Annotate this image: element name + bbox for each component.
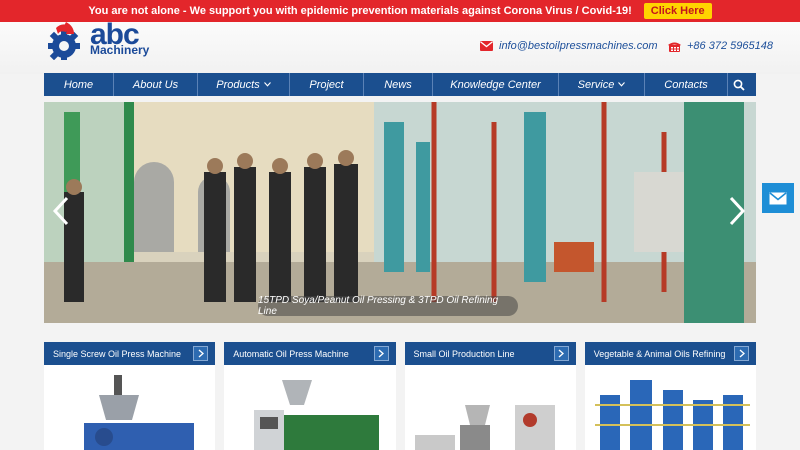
nav-label: Project <box>309 78 344 91</box>
header-phone[interactable]: +86 372 5965148 <box>668 40 773 52</box>
email-address: info@bestoilpressmachines.com <box>499 40 658 52</box>
alert-message: You are not alone - We support you with … <box>88 5 632 17</box>
chevron-right-icon <box>378 349 384 358</box>
product-image <box>404 365 576 450</box>
product-image <box>584 365 756 450</box>
hero-caption: 15TPD Soya/Peanut Oil Pressing & 3TPD Oi… <box>258 295 518 317</box>
nav-products[interactable]: Products <box>198 73 290 96</box>
envelope-icon <box>480 41 493 51</box>
product-card[interactable]: Vegetable & Animal Oils Refining <box>584 342 756 450</box>
nav-label: About Us <box>132 78 179 91</box>
chevron-right-icon <box>739 349 745 358</box>
gear-logo-icon <box>48 22 80 60</box>
mail-icon <box>769 191 787 204</box>
nav-contacts[interactable]: Contacts <box>645 73 728 96</box>
product-cards: Single Screw Oil Press Machine Automatic… <box>44 342 756 450</box>
main-navigation: Home About Us Products Project News Know… <box>44 73 756 96</box>
card-link-button[interactable] <box>373 346 389 361</box>
click-here-button[interactable]: Click Here <box>643 3 712 19</box>
nav-about-us[interactable]: About Us <box>114 73 198 96</box>
search-icon <box>733 79 745 91</box>
product-image <box>44 365 216 450</box>
header-email[interactable]: info@bestoilpressmachines.com <box>480 40 658 52</box>
nav-label: Home <box>63 78 94 91</box>
nav-project[interactable]: Project <box>290 73 364 96</box>
product-card[interactable]: Single Screw Oil Press Machine <box>44 342 216 450</box>
nav-label: Contacts <box>664 78 708 91</box>
nav-label: Knowledge Center <box>450 78 541 91</box>
nav-service[interactable]: Service <box>559 73 645 96</box>
card-link-button[interactable] <box>734 346 749 361</box>
card-link-button[interactable] <box>193 346 209 361</box>
product-card[interactable]: Automatic Oil Press Machine <box>224 342 396 450</box>
site-header: abc Machinery info@bestoilpressmachines.… <box>0 18 800 74</box>
card-header: Small Oil Production Line <box>404 342 576 365</box>
nav-label: Service <box>577 78 615 91</box>
nav-home[interactable]: Home <box>44 73 114 96</box>
phone-icon <box>668 42 681 52</box>
nav-label: Products <box>216 78 260 91</box>
card-link-button[interactable] <box>553 346 569 361</box>
card-title: Automatic Oil Press Machine <box>233 348 349 359</box>
chevron-right-icon <box>558 349 565 358</box>
card-title: Small Oil Production Line <box>413 348 515 359</box>
product-card[interactable]: Small Oil Production Line <box>404 342 576 450</box>
chevron-right-icon[interactable] <box>728 196 746 226</box>
chevron-right-icon <box>198 349 204 358</box>
chevron-left-icon[interactable] <box>52 196 70 226</box>
nav-knowledge-center[interactable]: Knowledge Center <box>433 73 559 96</box>
search-button[interactable] <box>728 73 750 96</box>
phone-number: +86 372 5965148 <box>687 40 773 52</box>
card-header: Vegetable & Animal Oils Refining <box>584 342 756 365</box>
logo-tagline-text: Machinery <box>90 43 150 57</box>
card-title: Vegetable & Animal Oils Refining <box>593 348 726 359</box>
card-header: Single Screw Oil Press Machine <box>44 342 216 365</box>
factory-scene-image <box>44 102 756 323</box>
card-title: Single Screw Oil Press Machine <box>53 348 182 359</box>
card-header: Automatic Oil Press Machine <box>224 342 396 365</box>
floating-mail-button[interactable] <box>762 183 794 213</box>
chevron-down-icon <box>618 82 626 87</box>
abc-machinery-logo[interactable]: abc Machinery <box>44 18 154 62</box>
nav-label: News <box>384 78 412 91</box>
product-image <box>224 365 396 450</box>
nav-news[interactable]: News <box>364 73 433 96</box>
chevron-down-icon <box>263 82 271 87</box>
hero-banner <box>44 102 756 323</box>
